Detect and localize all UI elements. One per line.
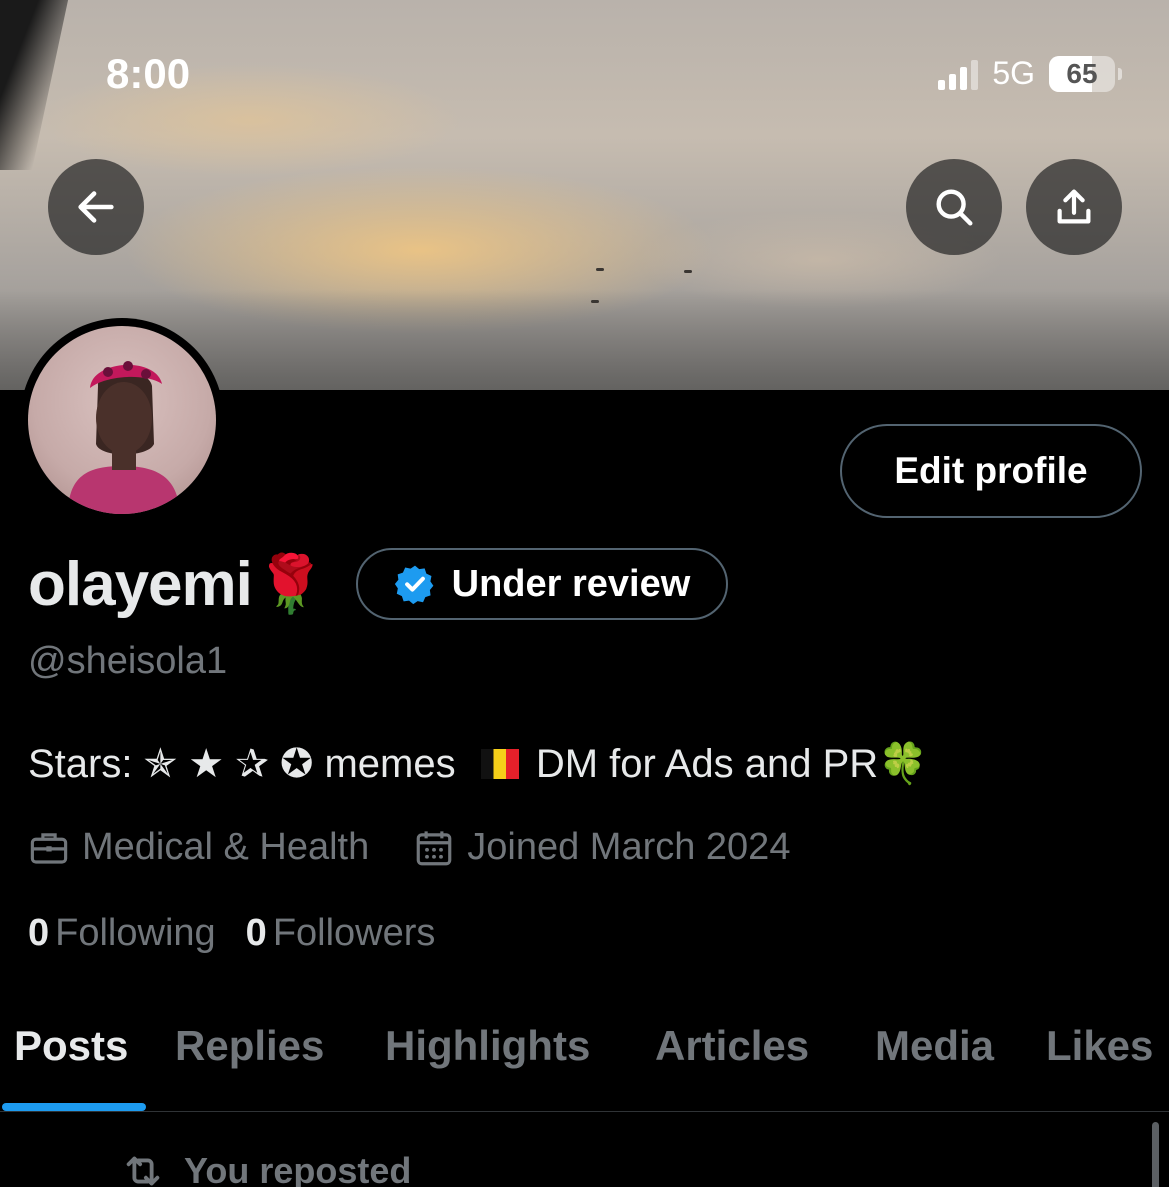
bird xyxy=(591,300,599,303)
follow-stats: 0 Following 0 Followers xyxy=(28,912,435,955)
repost-indicator: You reposted xyxy=(120,1148,411,1187)
bird xyxy=(684,270,692,273)
belgium-flag-icon xyxy=(480,749,519,779)
followers-link[interactable]: 0 Followers xyxy=(246,912,436,955)
profile-name-row: olayemi 🌹 Under review xyxy=(28,548,729,620)
profile-bio: Stars: ✯ ★ ✰ ✪ memes DM for Ads and PR🍀 xyxy=(28,740,928,787)
following-label: Following xyxy=(55,912,216,954)
avatar[interactable] xyxy=(20,318,224,522)
edit-profile-button[interactable]: Edit profile xyxy=(840,424,1142,518)
status-indicators: 5G 65 xyxy=(938,55,1122,92)
profile-meta: Medical & Health Joined March 2024 xyxy=(28,826,790,869)
calendar-icon xyxy=(416,830,452,865)
bird xyxy=(596,268,604,271)
bio-text: Stars: ✯ ★ ✰ ✪ memes xyxy=(28,742,456,786)
verification-status-badge[interactable]: Under review xyxy=(355,548,729,620)
tab-articles[interactable]: Articles xyxy=(655,1022,809,1070)
display-name: olayemi xyxy=(28,549,253,619)
badge-label: Under review xyxy=(451,562,691,605)
category-label: Medical & Health xyxy=(82,826,370,868)
tab-highlights[interactable]: Highlights xyxy=(385,1022,590,1070)
avatar-photo xyxy=(28,326,216,514)
profile-handle: @sheisola1 xyxy=(28,640,228,682)
banner-shadow xyxy=(0,0,69,170)
share-upload-icon xyxy=(1057,189,1091,224)
battery-level: 65 xyxy=(1066,57,1098,89)
bio-tail: DM for Ads and PR xyxy=(535,742,879,786)
tab-media[interactable]: Media xyxy=(875,1022,994,1070)
category-item: Medical & Health xyxy=(28,826,369,869)
followers-label: Followers xyxy=(272,912,436,954)
status-time: 8:00 xyxy=(106,50,191,97)
network-type: 5G xyxy=(992,55,1035,91)
battery-icon: 65 xyxy=(1049,55,1122,92)
briefcase-icon xyxy=(30,832,68,864)
following-link[interactable]: 0 Following xyxy=(28,912,216,955)
arrow-left-icon xyxy=(78,191,114,223)
verified-badge-icon xyxy=(394,565,434,605)
repost-label: You reposted xyxy=(184,1150,412,1187)
followers-count: 0 xyxy=(245,912,267,954)
tab-likes[interactable]: Likes xyxy=(1046,1022,1153,1070)
repost-icon xyxy=(126,1156,160,1186)
joined-label: Joined March 2024 xyxy=(467,826,791,868)
rose-emoji: 🌹 xyxy=(255,552,326,615)
profile-tabs: Posts Replies Highlights Articles Media … xyxy=(0,1000,1169,1112)
search-icon xyxy=(936,189,973,226)
back-button[interactable] xyxy=(48,159,144,255)
active-tab-indicator xyxy=(2,1103,146,1111)
share-button[interactable] xyxy=(1026,159,1122,255)
joined-item: Joined March 2024 xyxy=(413,826,790,869)
scrollbar[interactable] xyxy=(1152,1122,1159,1187)
cellular-signal-icon xyxy=(938,58,979,90)
tab-posts[interactable]: Posts xyxy=(14,1022,128,1070)
tab-replies[interactable]: Replies xyxy=(175,1022,324,1070)
following-count: 0 xyxy=(28,912,50,954)
search-button[interactable] xyxy=(906,159,1002,255)
clover-emoji: 🍀 xyxy=(878,742,929,786)
